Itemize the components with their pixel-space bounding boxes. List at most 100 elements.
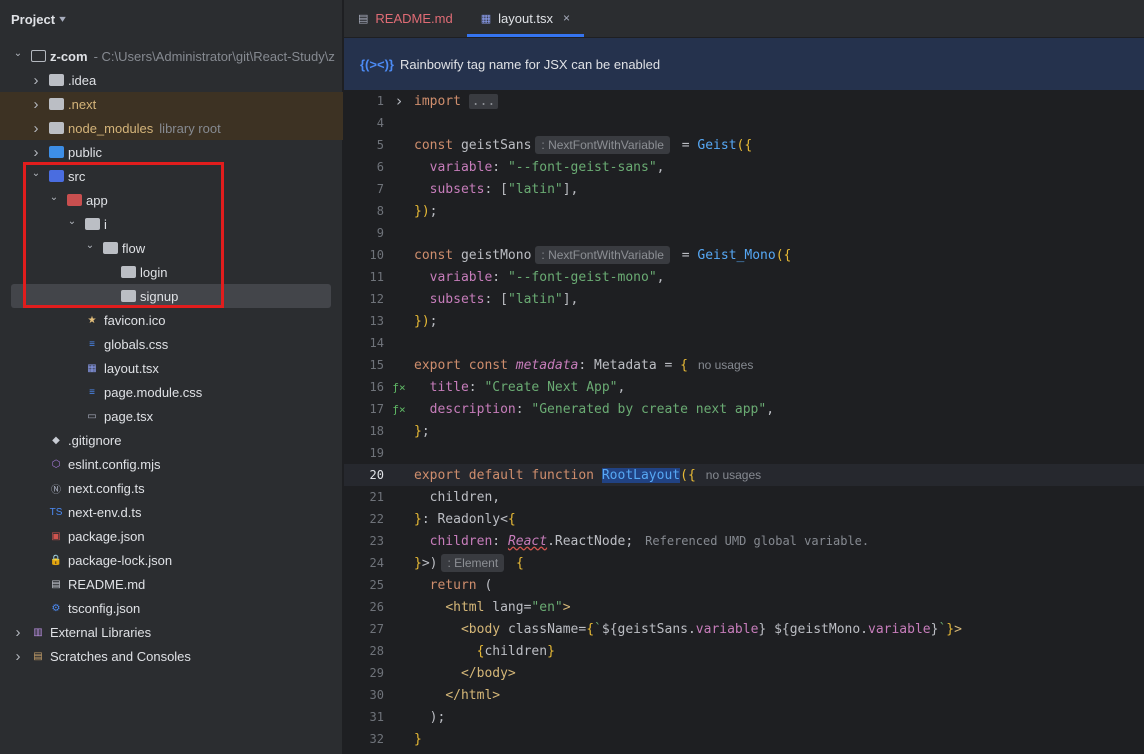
chevron-down-icon[interactable]: ⌄ (66, 216, 78, 227)
code-line[interactable]: 14 (344, 332, 1144, 354)
code-text: subsets: ["latin"], (429, 291, 579, 307)
code-line[interactable]: 27 <body className={`${geistSans.variabl… (344, 618, 1144, 640)
code-line[interactable]: 30 </html> (344, 684, 1144, 706)
tree-item-eslint[interactable]: ⬡ eslint.config.mjs (0, 452, 343, 476)
code-line[interactable]: 17 ƒ× description: "Generated by create n… (344, 398, 1144, 420)
code-line[interactable]: 4 (344, 112, 1144, 134)
line-number: 20 (369, 468, 384, 482)
code-line[interactable]: 13}); (344, 310, 1144, 332)
tree-item-signup[interactable]: signup (0, 284, 343, 308)
chevron-right-icon[interactable]: › (30, 144, 42, 161)
tree-item-z-com[interactable]: ⌄ z-com - C:\Users\Administrator\git\React… (0, 44, 343, 68)
code-text: description: "Generated by create next a… (429, 401, 775, 417)
code-line[interactable]: 19 (344, 442, 1144, 464)
code-line[interactable]: 28 {children} (344, 640, 1144, 662)
code-line[interactable]: 11 variable: "--font-geist-mono", (344, 266, 1144, 288)
line-number: 6 (376, 160, 384, 174)
gutter-marker-icon[interactable]: ƒ× (384, 403, 414, 416)
code-line[interactable]: 7 subsets: ["latin"], (344, 178, 1144, 200)
tree-item-pagetsx[interactable]: ▭ page.tsx (0, 404, 343, 428)
tree-item-packagelock[interactable]: 🔒 package-lock.json (0, 548, 343, 572)
code-line[interactable]: 6 variable: "--font-geist-sans", (344, 156, 1144, 178)
tree-item-idea[interactable]: › .idea (0, 68, 343, 92)
code-line[interactable]: 9 (344, 222, 1144, 244)
tree-item-label: node_modules (68, 120, 154, 136)
tree-item-login[interactable]: login (0, 260, 343, 284)
tree-item-favicon[interactable]: ★ favicon.ico (0, 308, 343, 332)
tree-item-flow[interactable]: ⌄ flow (0, 236, 343, 260)
tab-layout[interactable]: ▦ layout.tsx × (466, 0, 585, 37)
code-line[interactable]: 23 children: React.ReactNode; Referenced … (344, 530, 1144, 552)
tree-item-hint: library root (159, 120, 221, 136)
tab-label: README.md (375, 10, 453, 26)
chevron-down-icon[interactable]: ⌄ (84, 240, 96, 251)
tree-item-app[interactable]: ⌄ app (0, 188, 343, 212)
code-text: }; (414, 423, 430, 439)
chevron-down-icon[interactable]: ⌄ (12, 48, 24, 59)
chevron-right-icon[interactable]: › (12, 648, 24, 665)
code-line[interactable]: 31 ); (344, 706, 1144, 728)
tree-item-layout[interactable]: ▦ layout.tsx (0, 356, 343, 380)
chevron-right-icon[interactable]: › (30, 120, 42, 137)
code-line[interactable]: 25 return ( (344, 574, 1144, 596)
tree-item-tsconfig[interactable]: ⚙ tsconfig.json (0, 596, 343, 620)
close-icon[interactable]: × (563, 11, 570, 25)
tree-item-nextconfig[interactable]: Ⓝnext.config.ts (0, 476, 343, 500)
tree-item-node_modules[interactable]: › node_modules library root (0, 116, 343, 140)
code-line[interactable]: 10 const geistMono: NextFontWithVariable … (344, 244, 1144, 266)
notification-banner: {(><)} Rainbowify tag name for JSX can b… (344, 38, 1144, 90)
code-line[interactable]: 16 ƒ× title: "Create Next App", (344, 376, 1144, 398)
tree-item-nextenv[interactable]: TS next-env.d.ts (0, 500, 343, 524)
tree-item-label: z-com (50, 48, 88, 64)
tree-item-public[interactable]: › public (0, 140, 343, 164)
chevron-down-icon[interactable]: ⌄ (48, 192, 60, 203)
code-line[interactable]: 22}: Readonly<{ (344, 508, 1144, 530)
code-line[interactable]: 1 › import ... (344, 90, 1144, 112)
code-line[interactable]: 18}; (344, 420, 1144, 442)
tree-item-readme[interactable]: ▤ README.md (0, 572, 343, 596)
line-number: 15 (369, 358, 384, 372)
line-number: 14 (369, 336, 384, 350)
code-line[interactable]: 24}>): Element { (344, 552, 1144, 574)
fold-chevron-icon[interactable]: › (384, 92, 414, 110)
tree-item-extlib[interactable]: › ▥ External Libraries (0, 620, 343, 644)
code-line[interactable]: 32} (344, 728, 1144, 750)
code-line[interactable]: 12 subsets: ["latin"], (344, 288, 1144, 310)
code-line[interactable]: 15 export const metadata: Metadata = {no … (344, 354, 1144, 376)
code-line[interactable]: 26 <html lang="en"> (344, 596, 1144, 618)
chevron-right-icon[interactable]: › (30, 72, 42, 89)
chevron-down-icon[interactable]: ▾ (59, 14, 66, 25)
gutter-marker-icon[interactable]: ƒ× (384, 381, 414, 394)
tree-item-hint: - C:\Users\Administrator\git\React-Study… (93, 48, 335, 64)
tree-item-package[interactable]: ▣ package.json (0, 524, 343, 548)
tree-item-src[interactable]: ⌄ src (0, 164, 343, 188)
project-panel-header[interactable]: Project ▾ (0, 0, 342, 38)
chevron-right-icon[interactable]: › (30, 96, 42, 113)
tab-label: layout.tsx (498, 10, 554, 26)
code-text: const geistMono: NextFontWithVariable = … (414, 246, 792, 264)
tree-item-pagemodule[interactable]: ≡ page.module.css (0, 380, 343, 404)
code-line[interactable]: 8}); (344, 200, 1144, 222)
line-number: 28 (369, 644, 384, 658)
code-line[interactable]: 29 </body> (344, 662, 1144, 684)
tree-item-next[interactable]: › .next (0, 92, 343, 116)
tab-readme[interactable]: ▤ README.md (344, 0, 467, 37)
line-number: 29 (369, 666, 384, 680)
chevron-down-icon[interactable]: ⌄ (30, 168, 42, 179)
line-number: 32 (369, 732, 384, 746)
tree-item-label: signup (140, 288, 179, 304)
tree-item-i[interactable]: ⌄ i (0, 212, 343, 236)
line-number: 25 (369, 578, 384, 592)
folder-icon (84, 216, 100, 232)
code-line[interactable]: 20 export default function RootLayout({no… (344, 464, 1144, 486)
line-number: 5 (376, 138, 384, 152)
chevron-right-icon[interactable]: › (12, 624, 24, 641)
code-line[interactable]: 21 children, (344, 486, 1144, 508)
tree-item-globals[interactable]: ≡ globals.css (0, 332, 343, 356)
tree-item-scratches[interactable]: › ▤ Scratches and Consoles (0, 644, 343, 668)
code-text: children: React.ReactNode; Referenced UMD… (429, 533, 870, 549)
editor-area: ▤ README.md ▦ layout.tsx × {(><)} Rainbo… (344, 0, 1144, 754)
code-line[interactable]: 5 const geistSans: NextFontWithVariable =… (344, 134, 1144, 156)
line-number: 30 (369, 688, 384, 702)
tree-item-gitignore[interactable]: ◆ .gitignore (0, 428, 343, 452)
